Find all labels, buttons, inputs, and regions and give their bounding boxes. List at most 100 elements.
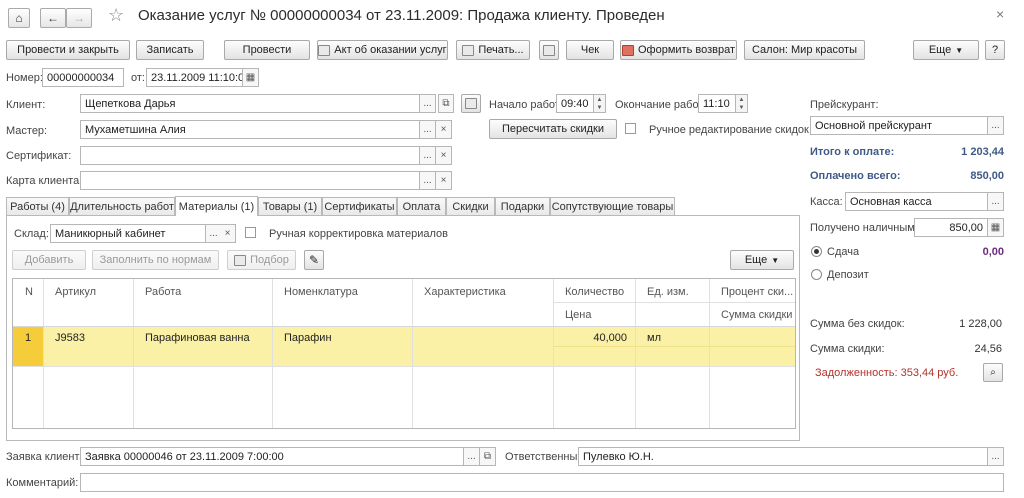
change-radio[interactable] xyxy=(811,246,822,257)
home-icon: ⌂ xyxy=(15,11,23,25)
forward-button[interactable]: → xyxy=(66,8,92,28)
calendar-icon[interactable]: ▦ xyxy=(243,68,259,87)
post-and-close-button[interactable]: Провести и закрыть xyxy=(6,40,130,60)
col-sum-disc[interactable]: Сумма скидки xyxy=(721,309,792,321)
cell-n: 1 xyxy=(25,332,32,344)
start-time-field[interactable]: 09:40 xyxy=(556,94,594,113)
discount-value: 24,56 xyxy=(974,343,1002,355)
kassa-field[interactable]: Основная касса xyxy=(845,192,988,211)
dropdown-arrow-icon: ▼ xyxy=(771,255,780,265)
card-label: Карта клиента: xyxy=(6,175,83,187)
col-qty[interactable]: Количество xyxy=(565,286,624,298)
check-button[interactable]: Чек xyxy=(566,40,614,60)
pricelist-field[interactable]: Основной прейскурант xyxy=(810,116,988,135)
help-button[interactable]: ? xyxy=(985,40,1005,60)
report-button[interactable] xyxy=(539,40,559,60)
refund-button[interactable]: Оформить возврат xyxy=(620,40,737,60)
col-article[interactable]: Артикул xyxy=(55,286,96,298)
col-price[interactable]: Цена xyxy=(565,309,591,321)
kassa-select-icon[interactable]: ... xyxy=(988,192,1004,211)
start-spin-icon[interactable]: ▲ ▼ xyxy=(594,94,606,113)
tab-goods[interactable]: Товары (1) xyxy=(258,197,322,216)
client-open-icon[interactable]: ⧉ xyxy=(438,94,454,113)
save-button[interactable]: Записать xyxy=(136,40,204,60)
debt-text: Задолженность: 353,44 руб. xyxy=(815,367,959,379)
cash-field[interactable]: 850,00 xyxy=(914,218,988,237)
master-label: Мастер: xyxy=(6,125,48,137)
pricelist-select-icon[interactable]: ... xyxy=(988,116,1004,135)
cell-unit: мл xyxy=(647,332,661,344)
print-button[interactable]: Печать... xyxy=(456,40,530,60)
tab-related-goods[interactable]: Сопутствующие товары xyxy=(550,197,675,216)
col-n[interactable]: N xyxy=(25,286,33,298)
comment-field[interactable] xyxy=(80,473,1004,492)
master-clear-icon[interactable]: × xyxy=(436,120,452,139)
home-button[interactable]: ⌂ xyxy=(8,8,30,28)
act-button[interactable]: Акт об оказании услуг xyxy=(317,40,448,60)
card-clear-icon[interactable]: × xyxy=(436,171,452,190)
tab-duration[interactable]: Длительность работ xyxy=(69,197,175,216)
debt-search-button[interactable]: ⌕ xyxy=(983,363,1003,382)
number-field[interactable]: 00000000034 xyxy=(42,68,124,87)
pick-button[interactable]: Подбор xyxy=(227,250,296,270)
person-icon xyxy=(465,98,477,109)
date-field[interactable]: 23.11.2009 11:10:00 xyxy=(146,68,243,87)
end-label: Окончание работ: xyxy=(615,99,707,111)
manual-adjust-checkbox[interactable] xyxy=(245,227,256,238)
master-select-icon[interactable]: ... xyxy=(420,120,436,139)
recalc-discounts-button[interactable]: Пересчитать скидки xyxy=(489,119,617,139)
calculator-icon[interactable]: ▦ xyxy=(988,218,1004,237)
salon-button[interactable]: Салон: Мир красоты xyxy=(744,40,865,60)
post-button[interactable]: Провести xyxy=(224,40,310,60)
client-card-button[interactable] xyxy=(461,94,481,113)
col-unit[interactable]: Ед. изм. xyxy=(647,286,689,298)
tab-materials[interactable]: Материалы (1) xyxy=(175,196,258,216)
col-pct[interactable]: Процент ски... xyxy=(721,286,793,298)
request-open-icon[interactable]: ⧉ xyxy=(480,447,496,466)
cash-label: Получено наличными: xyxy=(810,222,925,234)
cert-clear-icon[interactable]: × xyxy=(436,146,452,165)
request-select-icon[interactable]: ... xyxy=(464,447,480,466)
cert-field[interactable] xyxy=(80,146,420,165)
tab-certificates[interactable]: Сертификаты xyxy=(322,197,397,216)
back-button[interactable]: ← xyxy=(40,8,66,28)
fill-by-norms-button[interactable]: Заполнить по нормам xyxy=(92,250,219,270)
client-field[interactable]: Щепеткова Дарья xyxy=(80,94,420,113)
warehouse-field[interactable]: Маникюрный кабинет xyxy=(50,224,206,243)
more-button[interactable]: Еще ▼ xyxy=(913,40,979,60)
end-spin-icon[interactable]: ▲ ▼ xyxy=(736,94,748,113)
tab-discounts[interactable]: Скидки xyxy=(446,197,495,216)
tab-gifts[interactable]: Подарки xyxy=(495,197,550,216)
close-icon[interactable]: × xyxy=(996,6,1004,22)
forward-arrow-icon: → xyxy=(73,11,85,25)
tab-payment[interactable]: Оплата xyxy=(397,197,446,216)
card-select-icon[interactable]: ... xyxy=(420,171,436,190)
master-field[interactable]: Мухаметшина Алия xyxy=(80,120,420,139)
grid-more-button[interactable]: Еще ▼ xyxy=(730,250,794,270)
col-item[interactable]: Номенклатура xyxy=(284,286,358,298)
client-select-icon[interactable]: ... xyxy=(420,94,436,113)
report-icon xyxy=(543,44,555,56)
card-field[interactable] xyxy=(80,171,420,190)
eraser-icon: ✎ xyxy=(308,253,320,267)
materials-table[interactable]: N Артикул Работа Номенклатура Характерис… xyxy=(12,278,796,429)
warehouse-clear-icon[interactable]: × xyxy=(220,224,236,243)
grid-more-label: Еще xyxy=(744,254,768,266)
end-time-field[interactable]: 11:10 xyxy=(698,94,736,113)
eraser-button[interactable]: ✎ xyxy=(304,250,324,270)
comment-label: Комментарий: xyxy=(6,477,79,489)
number-label: Номер: xyxy=(6,72,43,84)
add-button[interactable]: Добавить xyxy=(12,250,86,270)
request-field[interactable]: Заявка 00000046 от 23.11.2009 7:00:00 xyxy=(80,447,464,466)
deposit-radio[interactable] xyxy=(811,269,822,280)
manual-adjust-label: Ручная корректировка материалов xyxy=(269,228,448,240)
col-char[interactable]: Характеристика xyxy=(424,286,506,298)
col-work[interactable]: Работа xyxy=(145,286,181,298)
manual-discount-checkbox[interactable] xyxy=(625,123,636,134)
responsible-select-icon[interactable]: ... xyxy=(988,447,1004,466)
cert-select-icon[interactable]: ... xyxy=(420,146,436,165)
tab-works[interactable]: Работы (4) xyxy=(6,197,69,216)
favorite-star-icon[interactable]: ☆ xyxy=(108,5,124,26)
responsible-field[interactable]: Пулевко Ю.Н. xyxy=(578,447,988,466)
discount-label: Сумма скидки: xyxy=(810,343,885,355)
